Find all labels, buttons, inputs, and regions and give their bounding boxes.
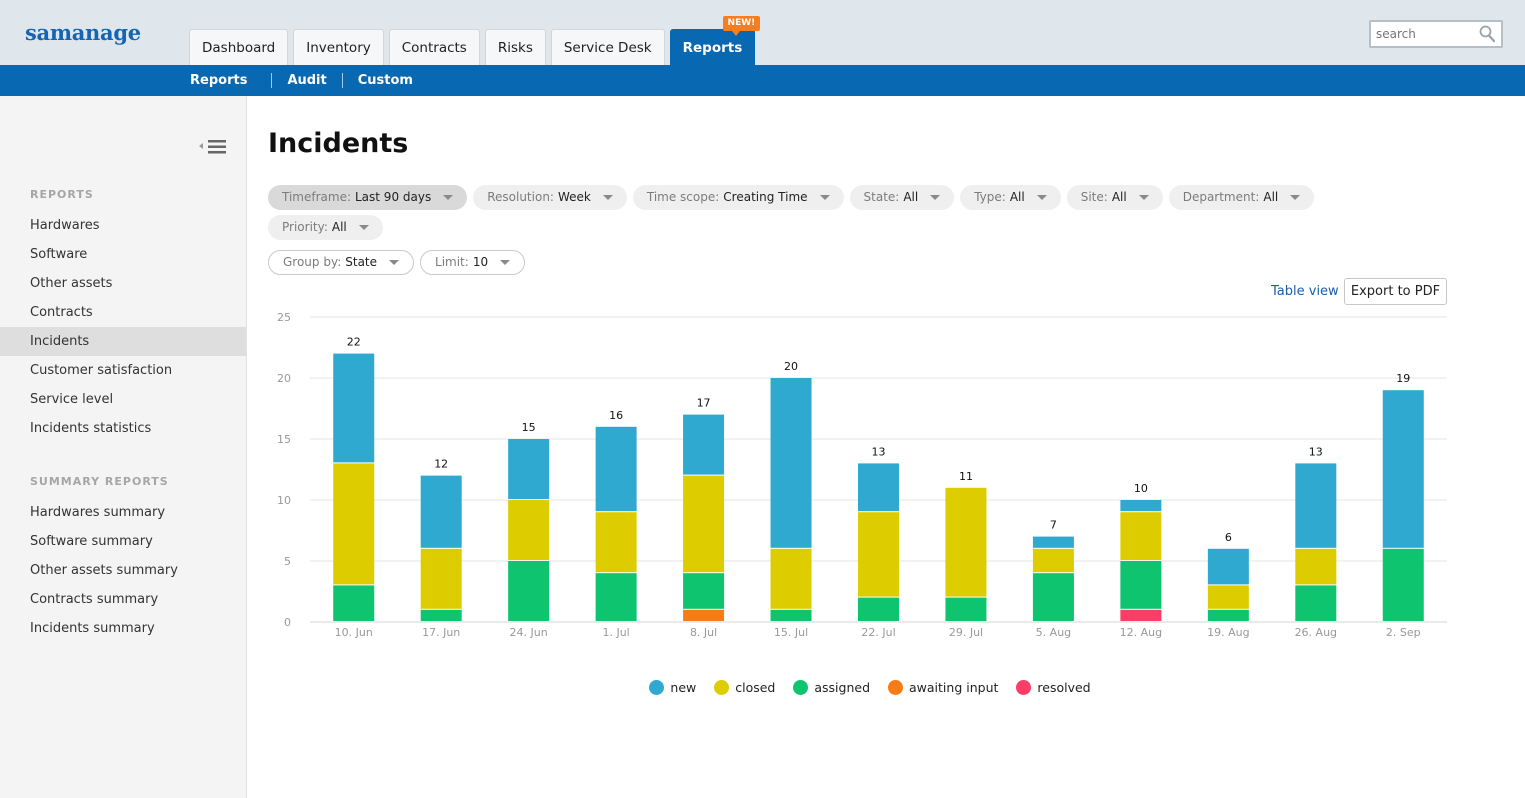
bar-segment-closed[interactable] [1295, 548, 1337, 585]
bar-segment-closed[interactable] [770, 548, 812, 609]
y-tick-label: 20 [277, 372, 291, 385]
x-tick-label: 1. Jul [602, 626, 629, 639]
x-tick-label: 15. Jul [774, 626, 808, 639]
bar-segment-new[interactable] [683, 414, 725, 475]
bar-segment-new[interactable] [1295, 463, 1337, 548]
bar-total-label: 13 [872, 445, 886, 458]
x-tick-label: 24. Jun [510, 626, 548, 639]
bar-total-label: 10 [1134, 482, 1148, 495]
bar-segment-new[interactable] [1382, 390, 1424, 548]
bar-total-label: 6 [1225, 531, 1232, 544]
x-tick-label: 26. Aug [1295, 626, 1337, 639]
incidents-stacked-bar-chart: 0 5 10 15 20 25 22 10. Jun 12 17. Jun 15 24. Jun 16 1… [277, 311, 1447, 639]
bar-total-label: 19 [1396, 372, 1410, 385]
bar-segment-closed[interactable] [945, 487, 987, 597]
bar-segment-closed[interactable] [595, 512, 637, 573]
bar-segment-new[interactable] [420, 475, 462, 548]
bar-segment-new[interactable] [858, 463, 899, 512]
bar-total-label: 7 [1050, 519, 1057, 532]
y-tick-label: 5 [284, 555, 291, 568]
legend-label: resolved [1037, 680, 1091, 695]
bar-segment-new[interactable] [770, 378, 812, 548]
bar-total-label: 17 [697, 397, 711, 410]
x-tick-label: 10. Jun [335, 626, 373, 639]
bar-segment-resolved[interactable] [1120, 609, 1162, 621]
legend-item-assigned[interactable]: assigned [793, 680, 870, 695]
bar-segment-new[interactable] [1207, 548, 1249, 585]
bar-segment-assigned[interactable] [1382, 548, 1424, 621]
x-tick-label: 8. Jul [690, 626, 717, 639]
bar-segment-closed[interactable] [1032, 548, 1074, 573]
bar-segment-new[interactable] [595, 426, 637, 512]
legend-label: awaiting input [909, 680, 999, 695]
bar-segment-assigned[interactable] [1295, 585, 1337, 621]
bar-segment-closed[interactable] [1207, 585, 1249, 609]
x-tick-label: 12. Aug [1120, 626, 1162, 639]
legend-dot-icon [714, 680, 730, 695]
x-tick-label: 2. Sep [1386, 626, 1421, 639]
bar-segment-new[interactable] [1120, 500, 1162, 512]
bar-total-label: 12 [434, 458, 448, 471]
bar-segment-assigned[interactable] [858, 597, 899, 621]
bar-segment-new[interactable] [333, 353, 375, 463]
x-tick-label: 5. Aug [1036, 626, 1071, 639]
legend-item-resolved[interactable]: resolved [1016, 680, 1091, 695]
bar-segment-closed[interactable] [683, 475, 725, 573]
bar-total-label: 11 [959, 470, 973, 483]
y-tick-label: 25 [277, 311, 291, 324]
legend-item-new[interactable]: new [649, 680, 696, 695]
legend-dot-icon [793, 680, 809, 695]
bar-segment-closed[interactable] [508, 500, 550, 560]
y-tick-label: 10 [277, 494, 291, 507]
x-tick-label: 19. Aug [1207, 626, 1249, 639]
bar-segment-awaiting-input[interactable] [683, 609, 725, 621]
bar-segment-closed[interactable] [1120, 512, 1162, 560]
bar-total-label: 20 [784, 360, 798, 373]
bar-segment-assigned[interactable] [508, 561, 550, 621]
x-tick-label: 17. Jun [422, 626, 460, 639]
legend-dot-icon [888, 680, 904, 695]
bar-segment-assigned[interactable] [770, 609, 812, 621]
bar-segment-assigned[interactable] [1120, 561, 1162, 609]
legend-dot-icon [1016, 680, 1032, 695]
legend-item-awaiting-input[interactable]: awaiting input [888, 680, 998, 695]
bar-segment-assigned[interactable] [1032, 573, 1074, 621]
legend-label: new [670, 680, 697, 695]
legend-label: closed [735, 680, 776, 695]
bar-segment-closed[interactable] [858, 512, 899, 597]
legend-label: assigned [814, 680, 871, 695]
x-tick-label: 22. Jul [861, 626, 895, 639]
bar-segment-assigned[interactable] [595, 573, 637, 621]
bar-segment-assigned[interactable] [945, 597, 987, 621]
bar-segment-closed[interactable] [333, 463, 375, 585]
bar-segment-closed[interactable] [420, 548, 462, 609]
bar-segment-new[interactable] [1032, 536, 1074, 548]
bar-total-label: 22 [347, 336, 361, 349]
bar-segment-assigned[interactable] [420, 609, 462, 621]
bar-segment-assigned[interactable] [1207, 609, 1249, 621]
bar-segment-assigned[interactable] [683, 573, 725, 609]
legend-item-closed[interactable]: closed [714, 680, 775, 695]
y-tick-label: 15 [277, 433, 291, 446]
y-tick-label: 0 [284, 616, 291, 629]
bar-total-label: 15 [522, 421, 536, 434]
x-tick-label: 29. Jul [949, 626, 983, 639]
legend-dot-icon [649, 680, 665, 695]
bar-segment-new[interactable] [508, 439, 550, 499]
bar-total-label: 16 [609, 409, 623, 422]
bar-segment-assigned[interactable] [333, 585, 375, 621]
chart-legend: new closed assigned awaiting input resolved [0, 680, 1525, 695]
bar-total-label: 13 [1309, 445, 1323, 458]
